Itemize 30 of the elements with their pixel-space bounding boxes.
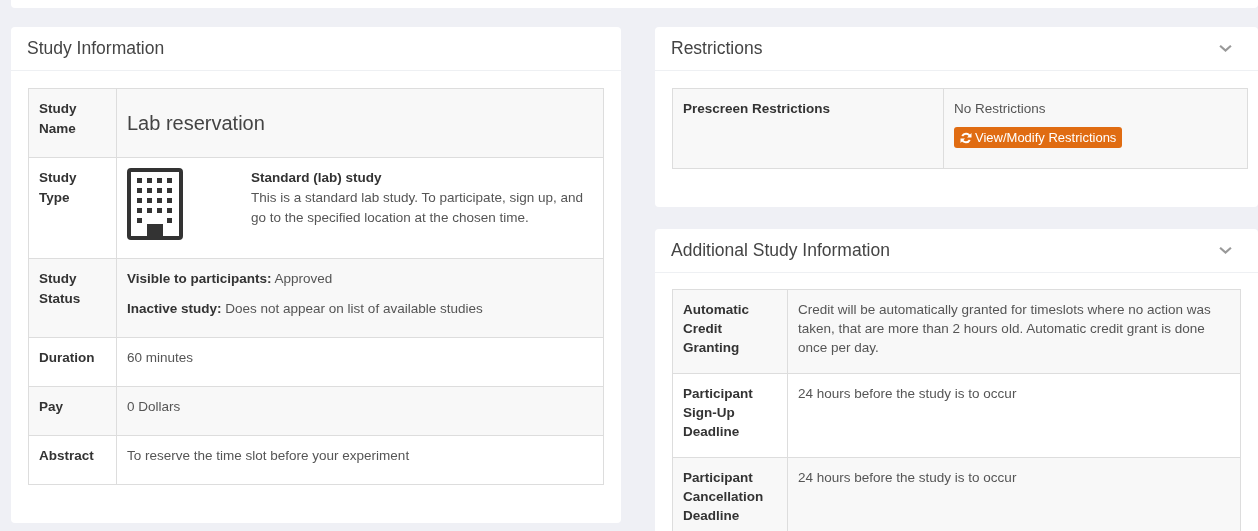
status-line: Inactive study: Does not appear on list of available studies <box>127 300 484 318</box>
view-modify-restrictions-button[interactable]: View/Modify Restrictions <box>954 127 1123 148</box>
refresh-icon <box>960 131 972 144</box>
row-label: Automatic Credit Granting <box>672 289 788 373</box>
building-icon <box>127 168 183 240</box>
table-cell: 24 hours before the study is to occur <box>787 373 1241 457</box>
table-cell: 24 hours before the study is to occur <box>787 457 1241 531</box>
row-label: Study Status <box>28 258 117 338</box>
panel-title: Study Information <box>27 38 165 59</box>
table-cell: To reserve the time slot before your experiment <box>116 435 604 485</box>
chevron-down-icon[interactable] <box>1219 245 1232 255</box>
row-label: Pay <box>28 386 117 436</box>
table-cell: 0 Dollars <box>116 386 604 436</box>
study-type-description: This is a standard lab study. To participate, sign up, and go to the specified location at the chosen time. <box>251 189 584 227</box>
row-label: Prescreen Restrictions <box>672 88 944 168</box>
status-line: Visible to participants: Approved <box>127 270 334 288</box>
panel-title: Restrictions <box>671 38 763 59</box>
chevron-down-icon[interactable] <box>1219 44 1232 53</box>
restriction-status: No Restrictions <box>954 100 1047 118</box>
study-name: Lab reservation <box>116 88 604 158</box>
row-label: Duration <box>28 337 117 387</box>
row-label: Participant Sign-Up Deadline <box>672 373 788 457</box>
table-cell: 60 minutes <box>116 337 604 387</box>
panel-title: Additional Study Information <box>671 239 890 261</box>
row-label: Abstract <box>28 435 117 485</box>
row-label: Study Type <box>28 157 117 259</box>
table-cell: Credit will be automatically granted for timeslots where no action was taken, that are more than 2 hours old. Automatic credit grant is done once per day. <box>787 289 1241 373</box>
row-label: Study Name <box>28 88 117 158</box>
study-type-title: Standard (lab) study <box>251 169 383 187</box>
row-label: Participant Cancellation Deadline <box>672 457 788 531</box>
